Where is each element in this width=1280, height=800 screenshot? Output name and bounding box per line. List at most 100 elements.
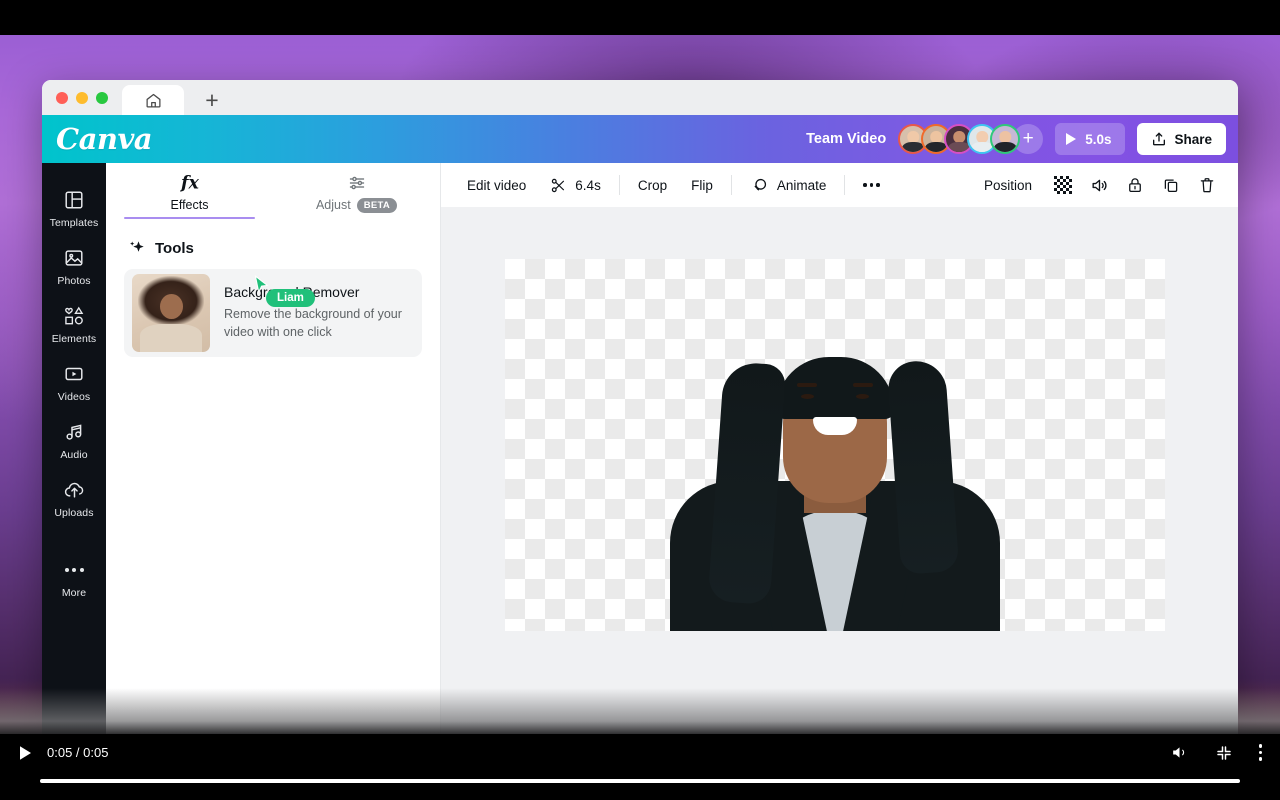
browser-tab-home[interactable] xyxy=(122,85,184,115)
new-tab-button[interactable]: + xyxy=(184,85,240,115)
sliders-icon xyxy=(346,170,368,196)
position-button[interactable]: Position xyxy=(972,170,1044,200)
sidebar-item-label: Videos xyxy=(57,391,91,403)
tab-label: Effects xyxy=(170,198,209,212)
animate-label: Animate xyxy=(776,177,827,193)
canva-logo[interactable]: Canva xyxy=(56,122,153,156)
share-button[interactable]: Share xyxy=(1137,123,1226,155)
share-label: Share xyxy=(1174,131,1212,147)
animate-icon xyxy=(750,176,769,195)
scissors-icon xyxy=(550,177,567,194)
toolbar-divider xyxy=(730,175,732,195)
videos-icon xyxy=(63,363,85,385)
crop-button[interactable]: Crop xyxy=(626,170,679,200)
sidebar-item-label: Audio xyxy=(60,449,88,461)
recorder-progress-area[interactable] xyxy=(0,771,1280,800)
toolbar-divider xyxy=(618,175,620,195)
recorder-player-bar: 0:05 / 0:05 xyxy=(0,734,1280,771)
animate-button[interactable]: Animate xyxy=(738,170,839,200)
position-label: Position xyxy=(983,177,1032,193)
share-upload-icon xyxy=(1151,131,1167,147)
minimize-window-button[interactable] xyxy=(76,91,88,104)
sidebar-item-label: More xyxy=(61,587,87,599)
audio-icon xyxy=(63,421,85,443)
collaborator-name-badge: Liam xyxy=(266,289,315,307)
more-icon xyxy=(64,559,84,581)
editor-toolbar: Edit video 6.4s Crop Flip Animate Positi… xyxy=(441,163,1238,207)
sidebar-item-label: Elements xyxy=(51,333,97,345)
video-subject[interactable] xyxy=(670,326,1000,631)
recorder-time-display: 0:05 / 0:05 xyxy=(47,745,109,760)
flip-button[interactable]: Flip xyxy=(679,170,725,200)
tools-title: Tools xyxy=(155,239,194,257)
left-sidebar: Templates Photos Elements Videos Audio U… xyxy=(42,163,106,763)
sidebar-item-templates[interactable]: Templates xyxy=(42,179,106,237)
browser-tab-strip: + xyxy=(42,80,1238,115)
document-title[interactable]: Team Video xyxy=(806,131,886,147)
plus-icon: + xyxy=(205,86,219,113)
sidebar-item-label: Templates xyxy=(49,217,99,229)
templates-icon xyxy=(63,189,85,211)
recorder-progress-bar[interactable] xyxy=(40,779,1240,783)
delete-button[interactable] xyxy=(1190,170,1224,200)
trim-duration: 6.4s xyxy=(575,177,601,193)
tab-label: Adjust xyxy=(315,198,351,212)
duplicate-button[interactable] xyxy=(1154,170,1188,200)
edit-video-button[interactable]: Edit video xyxy=(455,170,538,200)
sidebar-item-more[interactable]: More xyxy=(42,549,106,607)
elements-icon xyxy=(62,305,86,327)
recorder-volume-button[interactable] xyxy=(1170,743,1189,762)
edit-video-label: Edit video xyxy=(467,177,527,193)
window-controls[interactable] xyxy=(42,80,122,115)
svg-text:fx: fx xyxy=(179,174,199,194)
home-icon xyxy=(145,92,162,109)
maximize-window-button[interactable] xyxy=(96,91,108,104)
editor-area: Edit video 6.4s Crop Flip Animate Positi… xyxy=(440,163,1238,763)
sidebar-item-audio[interactable]: Audio xyxy=(42,411,106,469)
play-icon xyxy=(1066,133,1077,145)
canvas-stage[interactable] xyxy=(441,207,1238,763)
background-remover-card[interactable]: Background Remover Remove the background… xyxy=(124,269,422,357)
volume-button[interactable] xyxy=(1082,170,1116,200)
sidebar-item-photos[interactable]: Photos xyxy=(42,237,106,295)
tool-title: Background Remover xyxy=(224,284,360,301)
more-options-button[interactable] xyxy=(851,170,892,200)
panel-tabs: fx Effects Adjust BETA xyxy=(106,163,440,219)
collaborator-cursor: Liam xyxy=(254,275,315,307)
collaborator-avatars: + xyxy=(898,124,1044,154)
fx-icon: fx xyxy=(178,170,202,196)
preview-duration: 5.0s xyxy=(1085,131,1112,147)
sidebar-item-label: Uploads xyxy=(54,507,94,519)
sidebar-item-videos[interactable]: Videos xyxy=(42,353,106,411)
trim-button[interactable]: 6.4s xyxy=(538,170,613,200)
lock-icon xyxy=(1126,176,1144,194)
artboard[interactable] xyxy=(505,259,1165,631)
sparkle-icon xyxy=(128,239,146,257)
crop-label: Crop xyxy=(637,177,668,193)
tool-thumbnail xyxy=(132,274,210,352)
recorder-fullscreen-button[interactable] xyxy=(1215,744,1233,762)
tab-effects[interactable]: fx Effects xyxy=(106,163,273,219)
sidebar-item-elements[interactable]: Elements xyxy=(42,295,106,353)
sidebar-item-label: Photos xyxy=(57,275,91,287)
beta-badge: BETA xyxy=(356,197,398,213)
sidebar-item-uploads[interactable]: Uploads xyxy=(42,469,106,527)
tab-adjust[interactable]: Adjust BETA xyxy=(273,163,440,219)
canva-app-header: Canva Team Video + 5.0s Share xyxy=(42,115,1238,163)
trash-icon xyxy=(1198,176,1216,194)
recorder-play-button[interactable] xyxy=(18,745,33,761)
toolbar-divider xyxy=(844,175,846,195)
close-window-button[interactable] xyxy=(56,91,68,104)
volume-icon xyxy=(1090,176,1109,195)
transparency-button[interactable] xyxy=(1046,170,1080,200)
avatar[interactable] xyxy=(990,124,1021,154)
uploads-icon xyxy=(63,479,86,501)
tool-description: Remove the background of your video with… xyxy=(224,307,402,339)
flip-label: Flip xyxy=(691,177,713,193)
recorder-menu-button[interactable] xyxy=(1258,744,1262,761)
effects-panel: fx Effects Adjust BETA Tools Background … xyxy=(106,163,440,763)
lock-button[interactable] xyxy=(1118,170,1152,200)
browser-window: + Canva Team Video + 5.0s Share Template… xyxy=(42,80,1238,763)
plus-icon: + xyxy=(1022,128,1034,149)
preview-play-button[interactable]: 5.0s xyxy=(1055,123,1126,155)
